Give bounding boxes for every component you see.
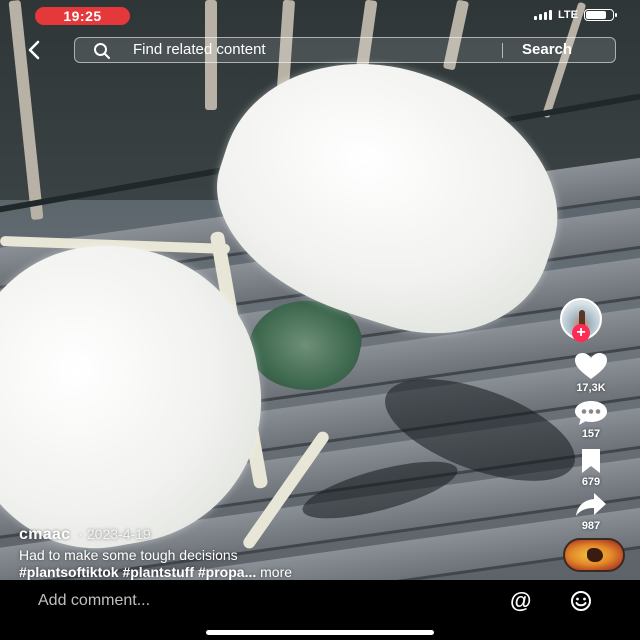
comment-button[interactable]: 157 bbox=[560, 400, 622, 440]
cellular-signal-icon bbox=[534, 10, 553, 20]
back-button[interactable] bbox=[20, 36, 48, 64]
plus-icon: + bbox=[576, 324, 586, 341]
more-link[interactable]: more bbox=[260, 564, 292, 580]
search-input[interactable]: Find related content bbox=[133, 41, 266, 58]
post-caption: cmaac · 2023-4-19 Had to make some tough… bbox=[19, 526, 539, 580]
bookmark-icon bbox=[582, 449, 600, 473]
status-time: 19:25 bbox=[35, 7, 130, 25]
hashtags-text[interactable]: #plantsoftiktok #plantstuff #propa... bbox=[19, 564, 256, 580]
date-separator: · bbox=[78, 526, 83, 542]
comment-bar: Add comment... @ bbox=[0, 580, 640, 640]
battery-icon bbox=[584, 9, 617, 21]
network-type: LTE bbox=[558, 9, 578, 21]
battery-level bbox=[586, 11, 606, 19]
comment-input[interactable]: Add comment... bbox=[38, 592, 150, 610]
post-date-text: 2023-4-19 bbox=[86, 526, 151, 542]
save-button[interactable]: 679 bbox=[560, 448, 622, 488]
video-frame[interactable] bbox=[0, 0, 640, 580]
share-count: 987 bbox=[581, 520, 601, 532]
mention-button[interactable]: @ bbox=[510, 588, 531, 614]
speech-bubble-icon bbox=[575, 401, 607, 425]
music-disc[interactable] bbox=[563, 538, 625, 572]
search-bar[interactable]: Find related content Search bbox=[74, 37, 616, 63]
search-divider bbox=[502, 43, 503, 58]
status-indicators: LTE bbox=[534, 9, 617, 21]
status-time-text: 19:25 bbox=[63, 8, 102, 24]
save-count: 679 bbox=[581, 476, 601, 488]
post-date: · 2023-4-19 bbox=[78, 526, 150, 542]
heart-icon bbox=[575, 353, 607, 379]
smiley-icon[interactable] bbox=[570, 590, 592, 612]
share-arrow-icon bbox=[576, 493, 606, 516]
like-count: 17,3K bbox=[576, 382, 606, 394]
like-button[interactable]: 17,3K bbox=[560, 352, 622, 394]
chevron-left-icon bbox=[28, 40, 40, 60]
share-button[interactable]: 987 bbox=[560, 492, 622, 532]
username[interactable]: cmaac bbox=[19, 526, 70, 544]
search-button[interactable]: Search bbox=[522, 41, 572, 58]
search-icon bbox=[94, 43, 110, 59]
caption-header: cmaac · 2023-4-19 bbox=[19, 526, 539, 544]
caption-hashtags: #plantsoftiktok #plantstuff #propa... mo… bbox=[19, 564, 539, 580]
home-indicator[interactable] bbox=[206, 630, 434, 635]
music-cover-art bbox=[587, 548, 603, 562]
caption-text: Had to make some tough decisions bbox=[19, 547, 238, 563]
comment-count: 157 bbox=[581, 428, 601, 440]
follow-button[interactable]: + bbox=[572, 324, 590, 342]
